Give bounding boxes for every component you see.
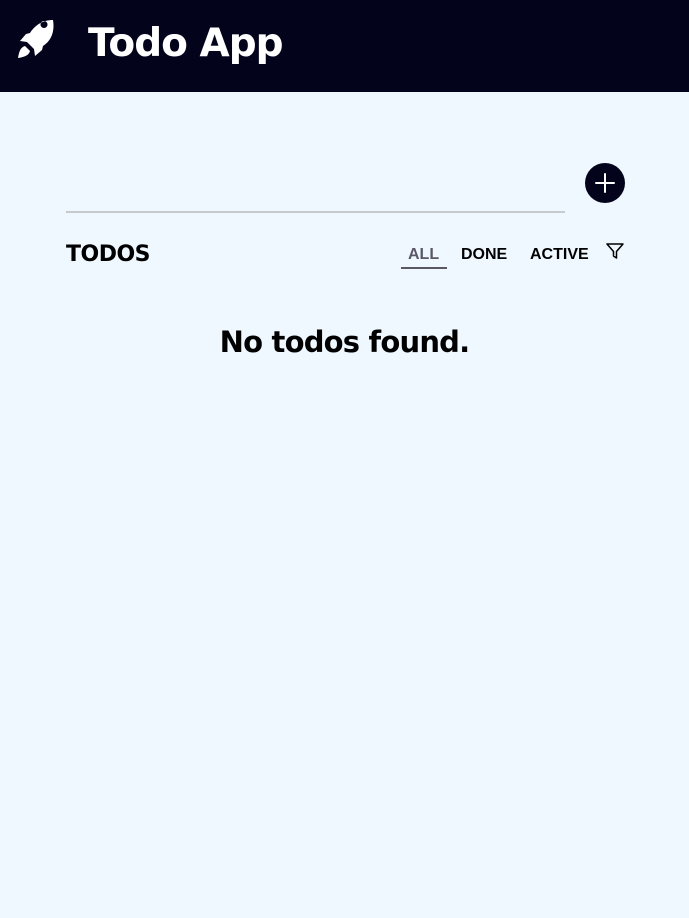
input-underline bbox=[66, 211, 565, 213]
rocket-icon bbox=[18, 20, 54, 58]
filter-tab-active[interactable]: ACTIVE bbox=[530, 245, 589, 265]
filter-tab-done[interactable]: DONE bbox=[461, 245, 507, 265]
plus-icon bbox=[595, 173, 615, 193]
add-todo-button[interactable] bbox=[585, 163, 625, 203]
app-title: Todo App bbox=[88, 21, 284, 66]
new-todo-input[interactable] bbox=[66, 170, 565, 210]
filter-tab-all[interactable]: ALL bbox=[408, 245, 439, 265]
todos-heading: TODOS bbox=[66, 242, 151, 267]
funnel-icon[interactable] bbox=[605, 241, 625, 261]
selected-tab-indicator bbox=[401, 267, 447, 269]
app-header: Todo App bbox=[0, 0, 689, 92]
empty-state-message: No todos found. bbox=[219, 325, 471, 359]
